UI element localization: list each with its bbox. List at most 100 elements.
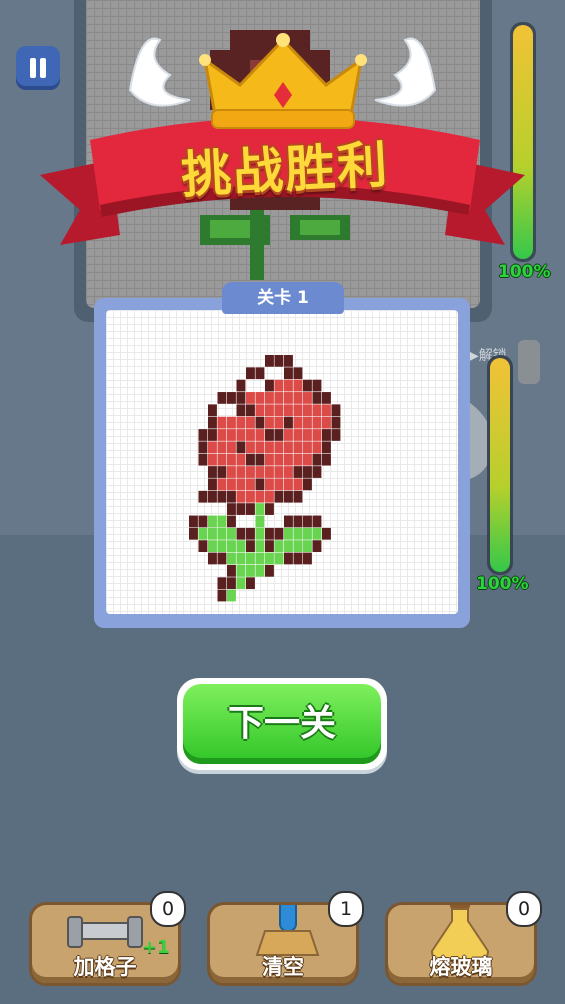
next-level-label: 下一关 bbox=[183, 684, 381, 764]
rose-pixel bbox=[217, 416, 227, 429]
rose-pixel bbox=[255, 429, 265, 441]
powerup-clear[interactable]: 清空 1 bbox=[210, 891, 364, 983]
rose-pixel bbox=[293, 478, 303, 491]
rose-pixel bbox=[246, 404, 255, 417]
rose-pixel bbox=[331, 416, 341, 429]
rose-pixel bbox=[293, 379, 303, 392]
count-badge: 0 bbox=[506, 891, 542, 927]
rose-pixel bbox=[236, 540, 246, 552]
card-progress-fill bbox=[490, 358, 510, 572]
rose-pixel bbox=[236, 404, 246, 417]
rose-pixel bbox=[217, 552, 227, 565]
rose-pixel bbox=[208, 466, 217, 478]
rose-pixel bbox=[312, 392, 322, 404]
rose-pixel bbox=[255, 441, 265, 454]
rose-pixel bbox=[284, 355, 293, 367]
rose-pixel bbox=[303, 416, 312, 429]
powerup-label: 清空 bbox=[262, 955, 304, 979]
rose-pixel bbox=[208, 552, 217, 565]
rose-pixel bbox=[217, 490, 227, 503]
rose-pixel bbox=[255, 466, 265, 478]
rose-pixel bbox=[236, 503, 246, 515]
rose-pixel bbox=[236, 379, 246, 392]
rose-pixel bbox=[208, 478, 217, 491]
rose-pixel bbox=[303, 441, 312, 454]
rose-pixel bbox=[265, 503, 274, 515]
rose-pixel bbox=[208, 453, 217, 466]
rose-pixel bbox=[246, 466, 255, 478]
rose-pixel bbox=[255, 404, 265, 417]
rose-pixel bbox=[274, 441, 284, 454]
rose-pixel bbox=[208, 515, 217, 528]
rose-pixel bbox=[274, 416, 284, 429]
rose-pixel bbox=[293, 540, 303, 552]
rose-pixel bbox=[331, 429, 341, 441]
rose-pixel bbox=[246, 564, 255, 577]
rose-pixel bbox=[303, 540, 312, 552]
card-progress-bar bbox=[487, 355, 513, 575]
rose-pixel bbox=[274, 478, 284, 491]
rose-pixel bbox=[208, 404, 217, 417]
rose-pixel bbox=[198, 453, 208, 466]
count-badge: 1 bbox=[328, 891, 364, 927]
rose-pixel bbox=[246, 478, 255, 491]
rose-pixel bbox=[303, 515, 312, 528]
rose-pixel bbox=[255, 527, 265, 540]
rose-pixel bbox=[322, 392, 331, 404]
rose-pixel bbox=[227, 515, 236, 528]
rose-pixel bbox=[236, 552, 246, 565]
rose-pixel bbox=[284, 416, 293, 429]
rose-pixel bbox=[312, 466, 322, 478]
next-level-button[interactable]: 下一关 bbox=[177, 678, 387, 770]
rose-pixel bbox=[265, 416, 274, 429]
rose-pixel bbox=[255, 552, 265, 565]
powerup-melt-glass[interactable]: 熔玻璃 0 bbox=[388, 891, 542, 983]
rose-pixel bbox=[236, 577, 246, 590]
powerup-add-cells[interactable]: +1 加格子 0 bbox=[32, 891, 186, 983]
rose-pixel bbox=[236, 453, 246, 466]
rose-pixel bbox=[227, 527, 236, 540]
rose-pixel bbox=[246, 552, 255, 565]
rose-pixel bbox=[246, 490, 255, 503]
rose-pixel bbox=[227, 441, 236, 454]
rose-pixel bbox=[284, 540, 293, 552]
rose-pixel bbox=[255, 564, 265, 577]
rose-pixel bbox=[265, 478, 274, 491]
rose-pixel bbox=[284, 441, 293, 454]
rose-pixel bbox=[198, 515, 208, 528]
rose-pixel bbox=[293, 515, 303, 528]
rose-pixel bbox=[312, 515, 322, 528]
rose-pixel bbox=[255, 503, 265, 515]
rose-pixel bbox=[303, 404, 312, 417]
rose-pixel bbox=[217, 478, 227, 491]
rose-pixel bbox=[227, 490, 236, 503]
rose-pixel bbox=[303, 453, 312, 466]
powerup-label: 加格子 bbox=[73, 955, 137, 979]
rose-pixel bbox=[217, 429, 227, 441]
rose-pixel bbox=[293, 404, 303, 417]
rose-pixel bbox=[322, 527, 331, 540]
rose-pixel bbox=[246, 441, 255, 454]
rose-pixel bbox=[293, 441, 303, 454]
rose-pixel bbox=[255, 515, 265, 528]
rose-pixel bbox=[331, 404, 341, 417]
rose-pixel bbox=[312, 453, 322, 466]
rose-pixel bbox=[255, 392, 265, 404]
rose-pixel bbox=[236, 416, 246, 429]
rose-pixel bbox=[265, 441, 274, 454]
rose-pixel bbox=[255, 490, 265, 503]
rose-pixel bbox=[265, 392, 274, 404]
rose-pixel bbox=[303, 429, 312, 441]
powerup-label: 熔玻璃 bbox=[429, 955, 493, 979]
rose-pixel bbox=[198, 540, 208, 552]
rose-pixel bbox=[198, 429, 208, 441]
rose-pixel bbox=[293, 466, 303, 478]
rose-pixel bbox=[265, 453, 274, 466]
rose-pixel bbox=[293, 416, 303, 429]
rose-pixel bbox=[274, 540, 284, 552]
rose-pixel bbox=[236, 527, 246, 540]
rose-pixel bbox=[236, 429, 246, 441]
rose-pixel bbox=[255, 453, 265, 466]
rose-pixel bbox=[293, 429, 303, 441]
rose-pixel bbox=[265, 379, 274, 392]
